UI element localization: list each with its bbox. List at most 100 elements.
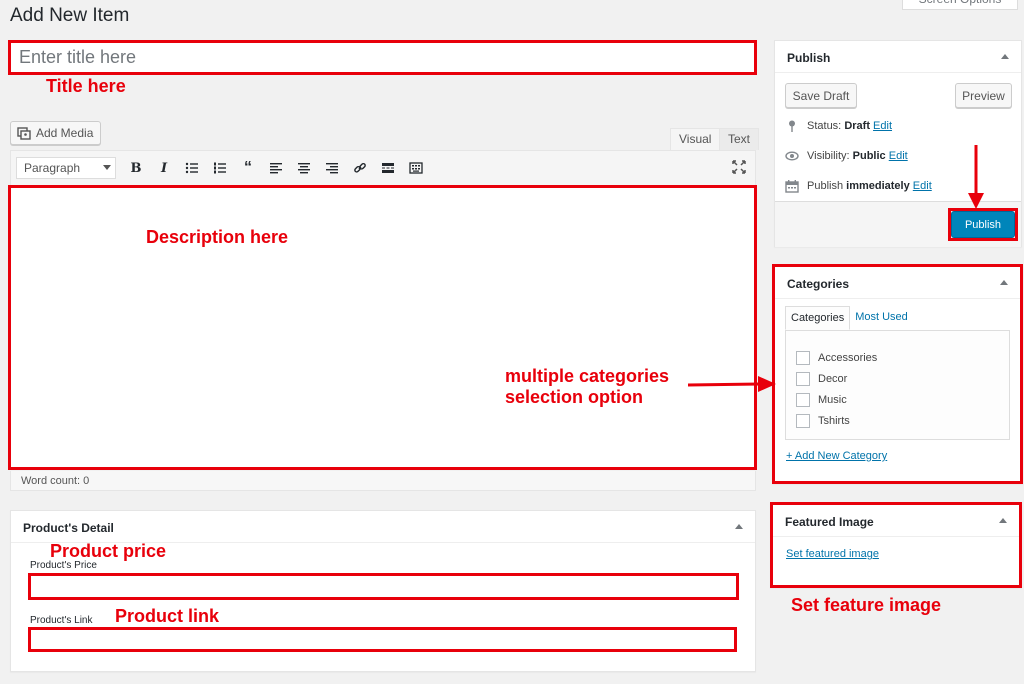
numbered-list-icon xyxy=(214,162,226,174)
price-input[interactable] xyxy=(31,576,736,597)
category-label: Accessories xyxy=(818,351,878,364)
category-item[interactable]: Music xyxy=(786,389,1009,410)
categories-tabs: Categories Most Used xyxy=(785,306,913,330)
collapse-arrow-icon[interactable] xyxy=(999,518,1007,523)
align-left-button[interactable] xyxy=(262,156,290,180)
categories-title: Categories xyxy=(787,277,850,291)
preview-button[interactable]: Preview xyxy=(955,83,1012,108)
visibility-value: Public xyxy=(852,150,886,162)
category-label: Music xyxy=(818,393,847,406)
editor-toolbar: Paragraph B I “ xyxy=(10,150,756,186)
collapse-arrow-icon[interactable] xyxy=(1001,54,1009,59)
title-input[interactable] xyxy=(11,43,754,72)
edit-status-link[interactable]: Edit xyxy=(873,120,892,132)
align-right-icon xyxy=(326,163,338,174)
collapse-arrow-icon[interactable] xyxy=(1000,280,1008,285)
schedule-row: Publish immediately Edit xyxy=(785,179,932,193)
tab-most-used[interactable]: Most Used xyxy=(850,306,913,330)
add-media-button[interactable]: Add Media xyxy=(10,121,101,145)
pin-icon xyxy=(789,120,795,132)
annotation-description: Description here xyxy=(146,227,289,247)
tab-all-categories[interactable]: Categories xyxy=(785,306,851,330)
annotation-title: Title here xyxy=(46,76,126,96)
set-featured-image-link[interactable]: Set featured image xyxy=(786,548,879,560)
tab-text[interactable]: Text xyxy=(719,128,760,150)
bold-button[interactable]: B xyxy=(122,156,150,180)
align-center-button[interactable] xyxy=(290,156,318,180)
tab-visual[interactable]: Visual xyxy=(670,128,721,150)
read-more-icon xyxy=(382,163,394,173)
link-field-highlight xyxy=(28,627,737,652)
format-select-value: Paragraph xyxy=(24,161,81,175)
quote-icon: “ xyxy=(244,159,252,176)
featured-image-header[interactable]: Featured Image xyxy=(773,505,1019,537)
status-label: Status: xyxy=(807,120,842,132)
annotation-featured: Set feature image xyxy=(791,595,942,615)
bullet-list-icon xyxy=(185,162,198,174)
status-value: Draft xyxy=(844,120,870,132)
calendar-icon xyxy=(785,180,799,193)
category-item[interactable]: Tshirts xyxy=(786,410,1009,431)
edit-visibility-link[interactable]: Edit xyxy=(889,150,908,162)
product-detail-header[interactable]: Product's Detail xyxy=(11,511,755,543)
italic-button[interactable]: I xyxy=(150,156,178,180)
category-checkbox[interactable] xyxy=(796,413,810,428)
toolbar-toggle-button[interactable] xyxy=(402,156,430,180)
annotation-categories-line2: selection option xyxy=(505,387,644,407)
category-label: Decor xyxy=(818,372,848,385)
fullscreen-icon[interactable] xyxy=(731,159,747,175)
description-editor[interactable] xyxy=(8,185,757,470)
link-label: Product's Link xyxy=(30,615,93,626)
title-field-highlight xyxy=(8,40,757,75)
insert-link-button[interactable] xyxy=(346,156,374,180)
media-icon xyxy=(17,126,31,140)
eye-icon xyxy=(785,151,799,161)
category-label: Tshirts xyxy=(818,414,850,427)
align-center-icon xyxy=(298,163,310,174)
publish-header[interactable]: Publish xyxy=(775,41,1021,73)
annotation-categories-line1: multiple categories xyxy=(505,366,670,386)
publish-button[interactable]: Publish xyxy=(951,211,1015,238)
publish-button-highlight: Publish xyxy=(948,208,1018,241)
chevron-down-icon xyxy=(103,165,111,170)
category-checkbox[interactable] xyxy=(796,371,810,386)
blockquote-button[interactable]: “ xyxy=(234,156,262,180)
add-media-label: Add Media xyxy=(36,126,94,140)
categories-header[interactable]: Categories xyxy=(775,267,1020,299)
word-count: Word count: 0 xyxy=(10,471,756,491)
price-label: Product's Price xyxy=(30,560,97,571)
add-new-category-link[interactable]: + Add New Category xyxy=(786,450,887,462)
align-right-button[interactable] xyxy=(318,156,346,180)
format-select[interactable]: Paragraph xyxy=(16,157,116,179)
align-left-icon xyxy=(270,163,282,174)
save-draft-button[interactable]: Save Draft xyxy=(785,83,857,108)
numbered-list-button[interactable] xyxy=(206,156,234,180)
visibility-label: Visibility: xyxy=(807,150,850,162)
annotation-link: Product link xyxy=(115,606,220,626)
link-icon xyxy=(354,162,366,173)
screen-options-button[interactable]: Screen Options xyxy=(902,0,1018,10)
visibility-row: Visibility: Public Edit xyxy=(785,149,908,163)
annotation-price: Product price xyxy=(50,541,167,561)
category-checkbox[interactable] xyxy=(796,350,810,365)
edit-schedule-link[interactable]: Edit xyxy=(913,180,932,192)
keyboard-icon xyxy=(409,162,423,174)
price-field-highlight xyxy=(28,573,739,600)
schedule-value: immediately xyxy=(846,180,910,192)
bullet-list-button[interactable] xyxy=(178,156,206,180)
italic-icon: I xyxy=(160,160,168,176)
featured-image-title: Featured Image xyxy=(785,515,874,529)
annotation-arrow-publish xyxy=(968,145,984,209)
collapse-arrow-icon[interactable] xyxy=(735,524,743,529)
annotation-arrow-categories xyxy=(688,376,776,392)
bold-icon: B xyxy=(130,160,142,176)
featured-image-box: Featured Image Set featured image xyxy=(770,502,1022,588)
category-item[interactable]: Accessories xyxy=(786,347,1009,368)
categories-box: Categories Categories Most Used Accessor… xyxy=(772,264,1023,484)
category-checkbox[interactable] xyxy=(796,392,810,407)
category-item[interactable]: Decor xyxy=(786,368,1009,389)
categories-list: Accessories Decor Music Tshirts xyxy=(785,330,1010,440)
read-more-button[interactable] xyxy=(374,156,402,180)
page-title: Add New Item xyxy=(10,5,130,26)
link-input[interactable] xyxy=(31,630,734,649)
